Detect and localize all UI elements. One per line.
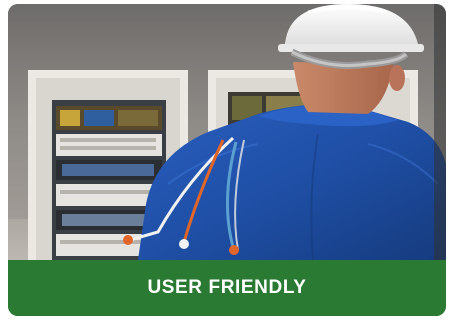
feature-card[interactable]: USER FRIENDLY bbox=[8, 4, 446, 316]
worker-ear bbox=[389, 65, 405, 91]
card-caption: USER FRIENDLY bbox=[147, 277, 307, 298]
caption-bar: USER FRIENDLY bbox=[8, 260, 446, 316]
electrician-photo bbox=[8, 4, 446, 260]
